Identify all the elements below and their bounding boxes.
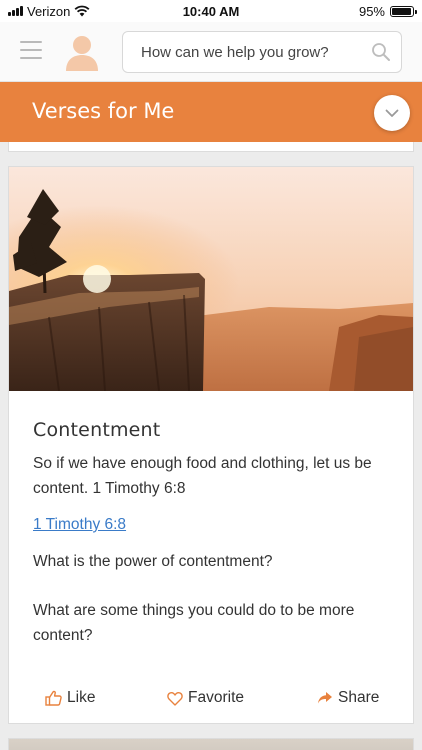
card-actions: Like Favorite Share: [9, 673, 413, 723]
heart-icon: [167, 691, 183, 706]
thumbs-up-icon: [45, 690, 62, 706]
status-left: Verizon: [8, 4, 90, 19]
carrier-name: Verizon: [27, 3, 71, 19]
battery-fill: [392, 7, 411, 15]
favorite-button[interactable]: Favorite: [167, 689, 244, 707]
share-label: Share: [338, 689, 380, 706]
verse-reference-link[interactable]: 1 Timothy 6:8: [33, 516, 126, 534]
battery-percent: 95%: [358, 3, 385, 19]
previous-card: [8, 142, 414, 152]
reflection-question-1: What is the power of contentment?: [33, 553, 273, 570]
app-header: [0, 22, 422, 82]
like-label: Like: [67, 689, 96, 706]
search-input[interactable]: [141, 43, 371, 61]
section-title-bar: Verses for Me: [0, 82, 422, 142]
share-button[interactable]: Share: [317, 689, 379, 707]
cliff-sunset-image: [9, 167, 413, 391]
battery-icon: [390, 5, 417, 17]
reflection-question-2: What are some things you could do to be …: [33, 602, 355, 644]
search-box[interactable]: [122, 31, 402, 73]
next-card: [8, 738, 414, 750]
signal-strength-icon: [8, 6, 23, 16]
share-arrow-icon: [318, 692, 332, 704]
favorite-label: Favorite: [188, 689, 244, 706]
verse-card: Contentment So if we have enough food an…: [8, 166, 414, 724]
chevron-down-icon: [385, 109, 399, 117]
verse-text: So if we have enough food and clothing, …: [33, 455, 372, 497]
like-button[interactable]: Like: [45, 689, 95, 707]
card-title: Contentment: [33, 419, 161, 441]
wifi-icon: [74, 5, 90, 17]
search-icon[interactable]: [371, 42, 391, 62]
hamburger-menu-icon[interactable]: [20, 41, 42, 59]
status-right: 95%: [358, 3, 417, 19]
status-bar: Verizon 10:40 AM 95%: [0, 0, 422, 22]
card-body: Contentment So if we have enough food an…: [9, 419, 413, 648]
section-dropdown-button[interactable]: [374, 95, 410, 131]
user-avatar-icon[interactable]: [64, 33, 100, 71]
section-title: Verses for Me: [32, 99, 175, 123]
